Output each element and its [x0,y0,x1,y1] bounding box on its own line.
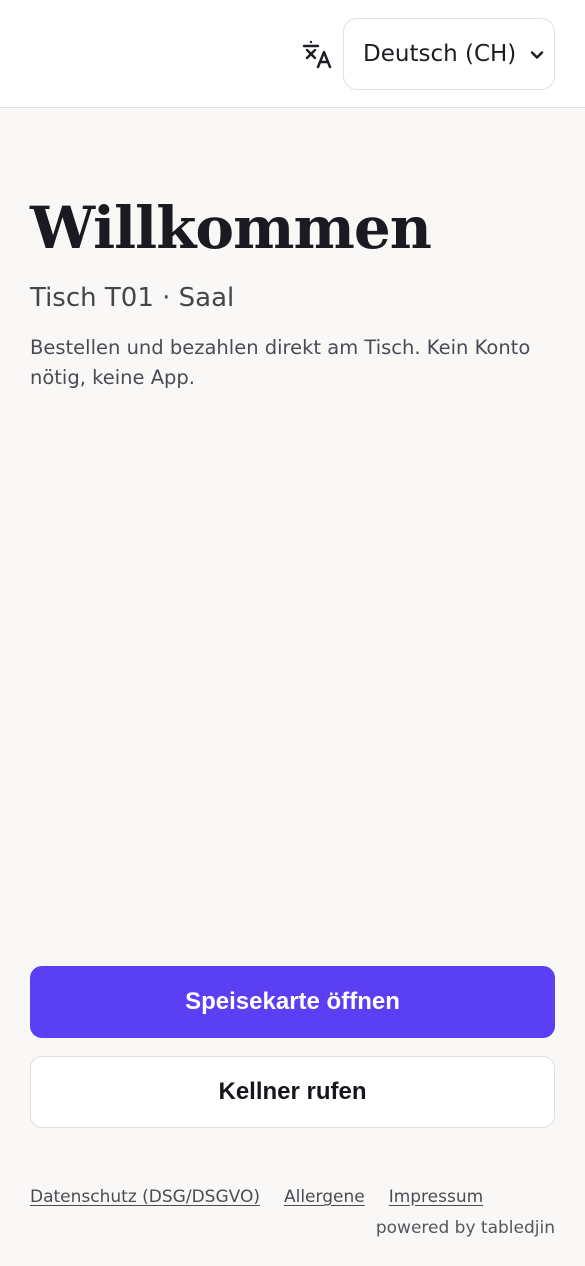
chevron-down-icon [530,51,544,59]
powered-by: powered by tabledjin [375,1218,555,1238]
translate-icon [302,40,332,69]
table-location: Tisch T01 · Saal [30,283,235,313]
privacy-link[interactable]: Datenschutz (DSG/DSGVO) [30,1187,260,1207]
page-title: Willkommen [30,194,432,262]
footer-links: Datenschutz (DSG/DSGVO) Allergene Impres… [30,1187,483,1207]
call-waiter-button[interactable]: Kellner rufen [30,1056,555,1128]
allergens-link[interactable]: Allergene [284,1187,365,1207]
welcome-description: Bestellen und bezahlen direkt am Tisch. … [30,336,531,389]
language-select-value: Deutsch (CH) [363,41,517,67]
open-menu-button[interactable]: Speisekarte öffnen [30,966,555,1038]
top-bar: Deutsch (CH) [0,0,585,108]
language-select[interactable]: Deutsch (CH) [343,18,555,90]
imprint-link[interactable]: Impressum [389,1187,484,1207]
